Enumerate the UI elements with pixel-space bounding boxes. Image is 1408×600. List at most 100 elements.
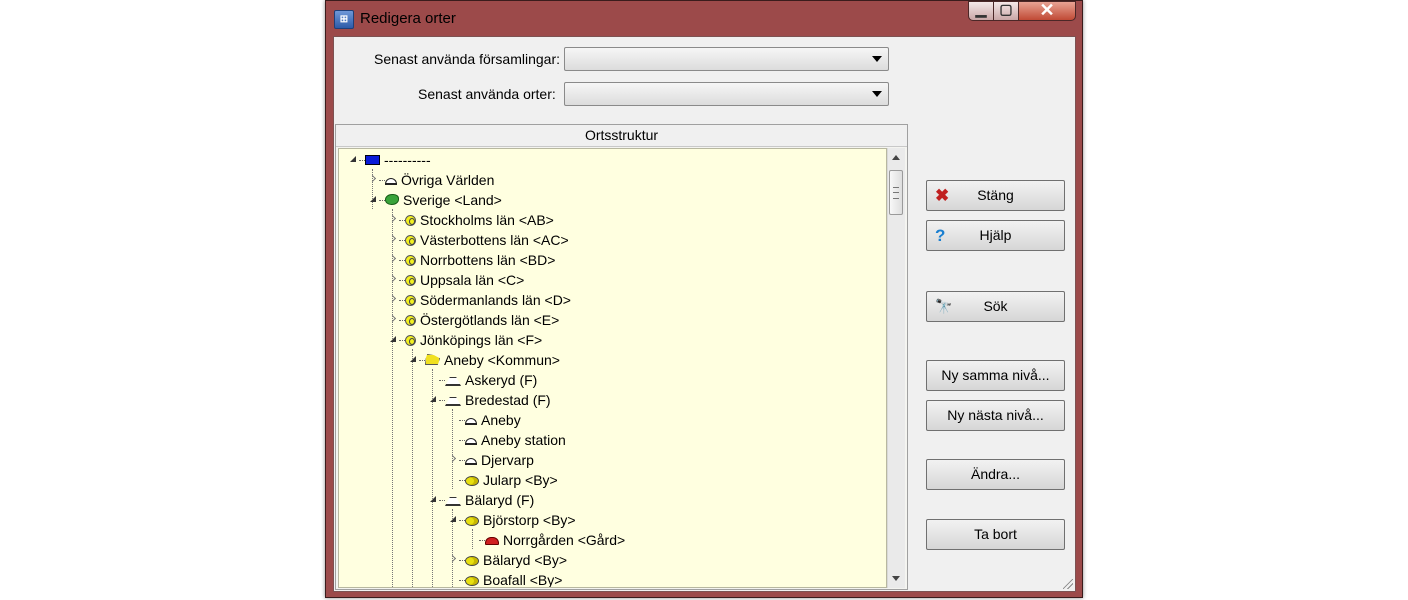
tree-node-label: Bälaryd (F) bbox=[465, 492, 535, 508]
tree-node[interactable]: Övriga Världen bbox=[367, 170, 494, 190]
collapse-icon[interactable] bbox=[447, 510, 459, 530]
scroll-down-icon[interactable] bbox=[892, 576, 900, 581]
tree-node[interactable]: Björstorp <By> bbox=[447, 510, 576, 530]
help-button[interactable]: ? Hjälp bbox=[926, 220, 1065, 251]
tree-node[interactable]: Bredestad (F) bbox=[427, 390, 551, 410]
recent-places-label: Senast använda orter: bbox=[418, 86, 556, 102]
scroll-up-icon[interactable] bbox=[892, 155, 900, 160]
county-icon bbox=[405, 215, 416, 226]
tree-scrollbar[interactable] bbox=[887, 148, 905, 588]
tree-node-label: Norrbottens län <BD> bbox=[420, 252, 556, 268]
maximize-button[interactable]: ▢ bbox=[993, 1, 1019, 21]
tree-node[interactable]: Boafall <By> bbox=[447, 570, 562, 587]
tree-node-label: Östergötlands län <E> bbox=[420, 312, 560, 328]
tree-node[interactable]: Uppsala län <C> bbox=[387, 270, 524, 290]
expand-icon[interactable] bbox=[387, 250, 399, 270]
tree-guide-line bbox=[412, 349, 413, 587]
binoculars-icon: 🔭 bbox=[935, 298, 953, 314]
search-button-label: Sök bbox=[983, 298, 1008, 314]
close-x-icon: ✖ bbox=[935, 186, 950, 205]
village-icon bbox=[465, 556, 479, 566]
tree-node[interactable]: Jönköpings län <F> bbox=[387, 330, 542, 350]
collapse-icon[interactable] bbox=[387, 330, 399, 350]
window-title: Redigera orter bbox=[360, 10, 456, 27]
tree-node-label: ---------- bbox=[384, 152, 431, 168]
expand-icon[interactable] bbox=[387, 310, 399, 330]
tree-node[interactable]: Norrbottens län <BD> bbox=[387, 250, 555, 270]
new-same-level-label: Ny samma nivå... bbox=[941, 367, 1050, 383]
expand-icon[interactable] bbox=[387, 290, 399, 310]
grip-icon bbox=[893, 187, 899, 199]
tree-node-label: Aneby bbox=[481, 412, 521, 428]
tree-node[interactable]: Sverige <Land> bbox=[367, 190, 502, 210]
tree-node-label: Djervarp bbox=[481, 452, 534, 468]
tree-node[interactable]: Västerbottens län <AC> bbox=[387, 230, 569, 250]
tree-node-label: Bälaryd <By> bbox=[483, 552, 568, 568]
new-same-level-button[interactable]: Ny samma nivå... bbox=[926, 360, 1065, 391]
county-icon bbox=[405, 295, 416, 306]
tree-node-root[interactable]: ---------- bbox=[347, 150, 431, 170]
search-button[interactable]: 🔭 Sök bbox=[926, 291, 1065, 322]
help-button-label: Hjälp bbox=[979, 227, 1012, 243]
new-next-level-label: Ny nästa nivå... bbox=[947, 407, 1044, 423]
minimize-button[interactable]: ▁ bbox=[968, 1, 994, 21]
edit-button[interactable]: Ändra... bbox=[926, 459, 1065, 490]
collapse-icon[interactable] bbox=[367, 190, 379, 210]
tree-node-label: Björstorp <By> bbox=[483, 512, 576, 528]
close-window-button[interactable]: ✕ bbox=[1018, 0, 1076, 21]
expand-icon[interactable] bbox=[387, 210, 399, 230]
scrollbar-thumb[interactable] bbox=[889, 170, 903, 215]
village-icon bbox=[465, 576, 479, 586]
tree-node-label: Västerbottens län <AC> bbox=[420, 232, 569, 248]
tree-node[interactable]: Bälaryd <By> bbox=[447, 550, 567, 570]
country-icon bbox=[385, 194, 399, 205]
tree-header: Ortsstruktur bbox=[336, 125, 907, 147]
tree-node[interactable]: Jularp <By> bbox=[447, 470, 558, 490]
place-tree[interactable]: ---------- Övriga Världen Sverige <Land>… bbox=[338, 148, 887, 588]
title-bar[interactable]: ⊞ Redigera orter ▁ ▢ ✕ bbox=[326, 0, 1082, 35]
recent-places-dropdown[interactable] bbox=[564, 82, 889, 106]
help-icon: ? bbox=[935, 226, 946, 245]
new-next-level-button[interactable]: Ny nästa nivå... bbox=[926, 400, 1065, 431]
tree-node[interactable]: Djervarp bbox=[447, 450, 534, 470]
close-button-label: Stäng bbox=[977, 187, 1014, 203]
tree-node-label: Södermanlands län <D> bbox=[420, 292, 571, 308]
tree-node-label: Bredestad (F) bbox=[465, 392, 551, 408]
collapse-icon[interactable] bbox=[407, 350, 419, 370]
tree-node[interactable]: Aneby <Kommun> bbox=[407, 350, 560, 370]
collapse-icon[interactable] bbox=[427, 390, 439, 410]
tree-node-label: Aneby station bbox=[481, 432, 566, 448]
expand-icon[interactable] bbox=[447, 550, 459, 570]
close-button[interactable]: ✖ Stäng bbox=[926, 180, 1065, 211]
tree-node-label: Jönköpings län <F> bbox=[420, 332, 543, 348]
tree-node[interactable]: Askeryd (F) bbox=[427, 370, 537, 390]
recent-parishes-dropdown[interactable] bbox=[564, 47, 889, 71]
delete-button-label: Ta bort bbox=[974, 526, 1017, 542]
tree-node[interactable]: Aneby bbox=[447, 410, 521, 430]
collapse-icon[interactable] bbox=[427, 490, 439, 510]
tree-node[interactable]: Stockholms län <AB> bbox=[387, 210, 554, 230]
edit-button-label: Ändra... bbox=[970, 466, 1021, 482]
expand-icon[interactable] bbox=[387, 230, 399, 250]
collapse-icon[interactable] bbox=[347, 150, 359, 170]
village-icon bbox=[465, 516, 479, 526]
expand-icon[interactable] bbox=[387, 270, 399, 290]
expand-icon[interactable] bbox=[367, 170, 379, 190]
tree-node[interactable]: Södermanlands län <D> bbox=[387, 290, 571, 310]
chevron-down-icon bbox=[872, 56, 882, 62]
tree-node[interactable]: Aneby station bbox=[447, 430, 566, 450]
tree-node-label: Jularp <By> bbox=[483, 472, 558, 488]
delete-button[interactable]: Ta bort bbox=[926, 519, 1065, 550]
expand-icon[interactable] bbox=[447, 450, 459, 470]
tree-node[interactable]: Bälaryd (F) bbox=[427, 490, 534, 510]
caption-buttons: ▁ ▢ ✕ bbox=[968, 0, 1076, 25]
tree-node-label: Aneby <Kommun> bbox=[444, 352, 560, 368]
minimize-icon: ▁ bbox=[975, 1, 987, 17]
tree-node[interactable]: Norrgården <Gård> bbox=[467, 530, 625, 550]
place-structure-panel: Ortsstruktur ---------- Övriga Världen S… bbox=[335, 124, 908, 590]
municipality-icon bbox=[425, 354, 440, 365]
resize-grip[interactable] bbox=[1063, 579, 1073, 589]
registry-icon: ⊞ bbox=[334, 10, 354, 29]
tree-node-label: Sverige <Land> bbox=[403, 192, 502, 208]
tree-node[interactable]: Östergötlands län <E> bbox=[387, 310, 559, 330]
